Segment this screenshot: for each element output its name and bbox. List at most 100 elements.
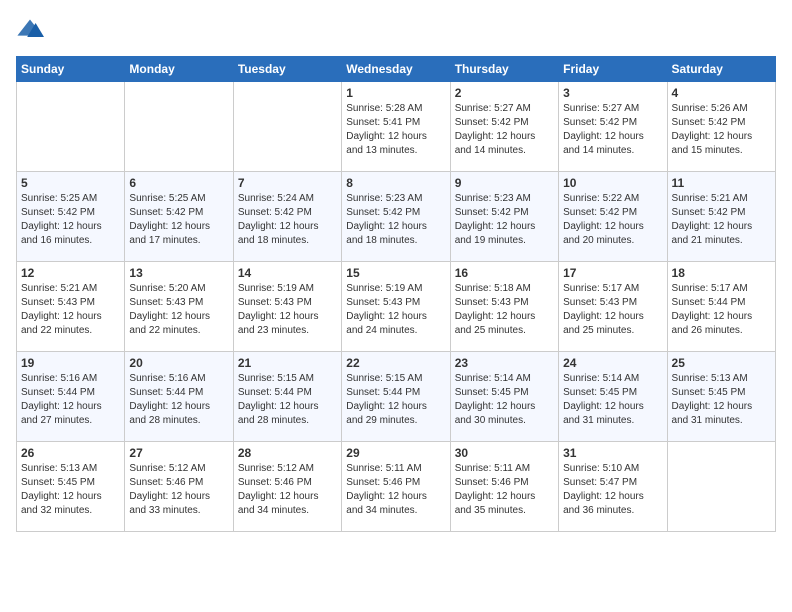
day-number: 11	[672, 176, 771, 190]
calendar-cell: 27 Sunrise: 5:12 AM Sunset: 5:46 PM Dayli…	[125, 442, 233, 532]
day-info: Sunrise: 5:25 AM Sunset: 5:42 PM Dayligh…	[129, 192, 228, 248]
calendar-cell: 4 Sunrise: 5:26 AM Sunset: 5:42 PM Daylig…	[667, 82, 775, 172]
day-info: Sunrise: 5:13 AM Sunset: 5:45 PM Dayligh…	[21, 462, 120, 518]
day-info: Sunrise: 5:16 AM Sunset: 5:44 PM Dayligh…	[129, 372, 228, 428]
day-number: 8	[346, 176, 445, 190]
day-info: Sunrise: 5:16 AM Sunset: 5:44 PM Dayligh…	[21, 372, 120, 428]
day-number: 27	[129, 446, 228, 460]
calendar-cell: 3 Sunrise: 5:27 AM Sunset: 5:42 PM Daylig…	[559, 82, 667, 172]
calendar-cell: 21 Sunrise: 5:15 AM Sunset: 5:44 PM Dayli…	[233, 352, 341, 442]
day-info: Sunrise: 5:17 AM Sunset: 5:44 PM Dayligh…	[672, 282, 771, 338]
calendar-cell: 18 Sunrise: 5:17 AM Sunset: 5:44 PM Dayli…	[667, 262, 775, 352]
day-number: 30	[455, 446, 554, 460]
day-info: Sunrise: 5:15 AM Sunset: 5:44 PM Dayligh…	[346, 372, 445, 428]
day-info: Sunrise: 5:13 AM Sunset: 5:45 PM Dayligh…	[672, 372, 771, 428]
day-info: Sunrise: 5:24 AM Sunset: 5:42 PM Dayligh…	[238, 192, 337, 248]
calendar-cell: 28Sunrise: 5:12 AM Sunset: 5:46 PM Dayli…	[233, 442, 341, 532]
calendar-cell	[233, 82, 341, 172]
day-info: Sunrise: 5:22 AM Sunset: 5:42 PM Dayligh…	[563, 192, 662, 248]
day-number: 3	[563, 86, 662, 100]
calendar-cell: 24 Sunrise: 5:14 AM Sunset: 5:45 PM Dayli…	[559, 352, 667, 442]
day-info: Sunrise: 5:21 AM Sunset: 5:43 PM Dayligh…	[21, 282, 120, 338]
day-info: Sunrise: 5:21 AM Sunset: 5:42 PM Dayligh…	[672, 192, 771, 248]
logo	[16, 16, 48, 44]
day-number: 2	[455, 86, 554, 100]
calendar-cell: 26 Sunrise: 5:13 AM Sunset: 5:45 PM Dayli…	[17, 442, 125, 532]
day-number: 31	[563, 446, 662, 460]
day-number: 26	[21, 446, 120, 460]
day-number: 15	[346, 266, 445, 280]
calendar-cell: 1 Sunrise: 5:28 AM Sunset: 5:41 PM Daylig…	[342, 82, 450, 172]
calendar-cell: 10 Sunrise: 5:22 AM Sunset: 5:42 PM Dayli…	[559, 172, 667, 262]
day-number: 16	[455, 266, 554, 280]
weekday-header-friday: Friday	[559, 57, 667, 82]
weekday-header-thursday: Thursday	[450, 57, 558, 82]
calendar-cell: 29 Sunrise: 5:11 AM Sunset: 5:46 PM Dayli…	[342, 442, 450, 532]
day-info: Sunrise: 5:23 AM Sunset: 5:42 PM Dayligh…	[346, 192, 445, 248]
calendar-cell: 15 Sunrise: 5:19 AM Sunset: 5:43 PM Dayli…	[342, 262, 450, 352]
calendar-cell: 22 Sunrise: 5:15 AM Sunset: 5:44 PM Dayli…	[342, 352, 450, 442]
calendar-cell: 12Sunrise: 5:21 AM Sunset: 5:43 PM Dayli…	[17, 262, 125, 352]
day-number: 19	[21, 356, 120, 370]
weekday-header-sunday: Sunday	[17, 57, 125, 82]
calendar-cell: 23 Sunrise: 5:14 AM Sunset: 5:45 PM Dayli…	[450, 352, 558, 442]
day-info: Sunrise: 5:27 AM Sunset: 5:42 PM Dayligh…	[455, 102, 554, 158]
day-number: 17	[563, 266, 662, 280]
calendar-cell: 6 Sunrise: 5:25 AM Sunset: 5:42 PM Daylig…	[125, 172, 233, 262]
day-info: Sunrise: 5:11 AM Sunset: 5:46 PM Dayligh…	[455, 462, 554, 518]
day-info: Sunrise: 5:20 AM Sunset: 5:43 PM Dayligh…	[129, 282, 228, 338]
day-number: 10	[563, 176, 662, 190]
day-number: 22	[346, 356, 445, 370]
calendar-cell: 13 Sunrise: 5:20 AM Sunset: 5:43 PM Dayli…	[125, 262, 233, 352]
calendar-cell	[125, 82, 233, 172]
day-number: 14	[238, 266, 337, 280]
day-number: 29	[346, 446, 445, 460]
page-header	[16, 16, 776, 44]
day-info: Sunrise: 5:19 AM Sunset: 5:43 PM Dayligh…	[346, 282, 445, 338]
day-number: 18	[672, 266, 771, 280]
day-number: 9	[455, 176, 554, 190]
day-number: 6	[129, 176, 228, 190]
day-info: Sunrise: 5:26 AM Sunset: 5:42 PM Dayligh…	[672, 102, 771, 158]
day-number: 25	[672, 356, 771, 370]
calendar-cell: 19 Sunrise: 5:16 AM Sunset: 5:44 PM Dayli…	[17, 352, 125, 442]
day-number: 13	[129, 266, 228, 280]
day-number: 1	[346, 86, 445, 100]
logo-icon	[16, 16, 44, 44]
calendar-cell: 8 Sunrise: 5:23 AM Sunset: 5:42 PM Daylig…	[342, 172, 450, 262]
day-info: Sunrise: 5:17 AM Sunset: 5:43 PM Dayligh…	[563, 282, 662, 338]
calendar-cell: 11 Sunrise: 5:21 AM Sunset: 5:42 PM Dayli…	[667, 172, 775, 262]
calendar-cell: 17 Sunrise: 5:17 AM Sunset: 5:43 PM Dayli…	[559, 262, 667, 352]
day-info: Sunrise: 5:11 AM Sunset: 5:46 PM Dayligh…	[346, 462, 445, 518]
calendar-cell: 31 Sunrise: 5:10 AM Sunset: 5:47 PM Dayli…	[559, 442, 667, 532]
day-number: 20	[129, 356, 228, 370]
day-info: Sunrise: 5:28 AM Sunset: 5:41 PM Dayligh…	[346, 102, 445, 158]
day-info: Sunrise: 5:10 AM Sunset: 5:47 PM Dayligh…	[563, 462, 662, 518]
day-number: 23	[455, 356, 554, 370]
weekday-header-wednesday: Wednesday	[342, 57, 450, 82]
calendar-cell: 20 Sunrise: 5:16 AM Sunset: 5:44 PM Dayli…	[125, 352, 233, 442]
day-info: Sunrise: 5:15 AM Sunset: 5:44 PM Dayligh…	[238, 372, 337, 428]
day-number: 21	[238, 356, 337, 370]
day-number: 7	[238, 176, 337, 190]
calendar-cell	[667, 442, 775, 532]
calendar-cell: 14Sunrise: 5:19 AM Sunset: 5:43 PM Dayli…	[233, 262, 341, 352]
calendar-cell: 25 Sunrise: 5:13 AM Sunset: 5:45 PM Dayli…	[667, 352, 775, 442]
weekday-header-saturday: Saturday	[667, 57, 775, 82]
day-number: 5	[21, 176, 120, 190]
calendar-cell: 5 Sunrise: 5:25 AM Sunset: 5:42 PM Daylig…	[17, 172, 125, 262]
day-info: Sunrise: 5:14 AM Sunset: 5:45 PM Dayligh…	[455, 372, 554, 428]
calendar-cell: 16 Sunrise: 5:18 AM Sunset: 5:43 PM Dayli…	[450, 262, 558, 352]
calendar-table: SundayMondayTuesdayWednesdayThursdayFrid…	[16, 56, 776, 532]
calendar-cell: 2 Sunrise: 5:27 AM Sunset: 5:42 PM Daylig…	[450, 82, 558, 172]
day-info: Sunrise: 5:18 AM Sunset: 5:43 PM Dayligh…	[455, 282, 554, 338]
day-number: 24	[563, 356, 662, 370]
weekday-header-monday: Monday	[125, 57, 233, 82]
day-number: 4	[672, 86, 771, 100]
day-info: Sunrise: 5:25 AM Sunset: 5:42 PM Dayligh…	[21, 192, 120, 248]
day-info: Sunrise: 5:27 AM Sunset: 5:42 PM Dayligh…	[563, 102, 662, 158]
calendar-cell: 30 Sunrise: 5:11 AM Sunset: 5:46 PM Dayli…	[450, 442, 558, 532]
day-info: Sunrise: 5:14 AM Sunset: 5:45 PM Dayligh…	[563, 372, 662, 428]
day-info: Sunrise: 5:12 AM Sunset: 5:46 PM Dayligh…	[129, 462, 228, 518]
day-number: 28	[238, 446, 337, 460]
